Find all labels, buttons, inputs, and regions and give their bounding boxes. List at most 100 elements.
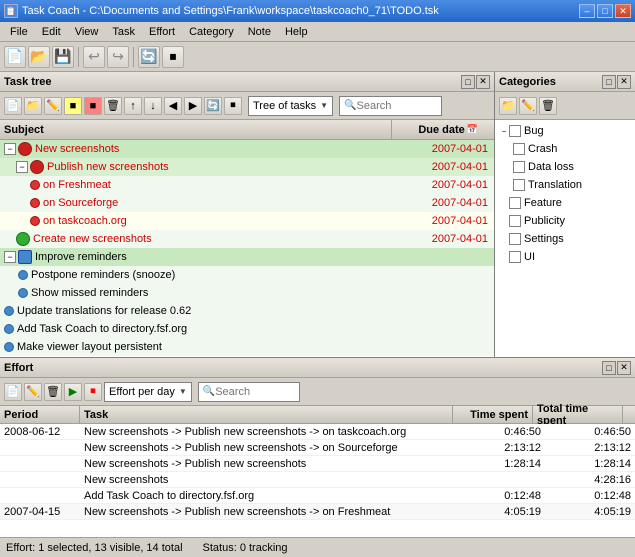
effort-stop-button[interactable]: ⏹: [84, 383, 102, 401]
tree-view-dropdown[interactable]: Tree of tasks ▼: [248, 96, 333, 116]
col-period[interactable]: Period: [0, 406, 80, 423]
effort-row[interactable]: New screenshots 4:28:16: [0, 472, 635, 488]
menu-note[interactable]: Note: [242, 25, 277, 39]
menu-file[interactable]: File: [4, 25, 34, 39]
task-stop[interactable]: ⏹: [224, 97, 242, 115]
task-edit-button[interactable]: ✏️: [44, 97, 62, 115]
effort-row[interactable]: 2007-04-15 New screenshots -> Publish ne…: [0, 504, 635, 520]
effort-search-box[interactable]: 🔍: [198, 382, 300, 402]
category-checkbox[interactable]: [509, 251, 521, 263]
effort-new-button[interactable]: 📄: [4, 383, 22, 401]
effort-task: New screenshots -> Publish new screensho…: [80, 425, 465, 439]
task-row[interactable]: on taskcoach.org 2007-04-01: [0, 212, 494, 230]
col-due-date[interactable]: Due date 📅: [392, 120, 482, 139]
effort-period: [0, 479, 80, 481]
task-up-button[interactable]: ↑: [124, 97, 142, 115]
effort-row[interactable]: 2008-06-12 New screenshots -> Publish ne…: [0, 424, 635, 440]
cat-panel-restore[interactable]: □: [602, 75, 616, 89]
cat-new-button[interactable]: 📁: [499, 97, 517, 115]
task-row[interactable]: − Publish new screenshots 2007-04-01: [0, 158, 494, 176]
task-search-box[interactable]: 🔍: [339, 96, 441, 116]
save-button[interactable]: 💾: [52, 46, 74, 68]
effort-search-input[interactable]: [215, 386, 295, 398]
task-row[interactable]: Show missed reminders: [0, 284, 494, 302]
col-time-spent[interactable]: Time spent: [453, 406, 533, 423]
task-expand-toggle[interactable]: −: [4, 143, 16, 155]
category-item[interactable]: Publicity: [497, 212, 633, 230]
effort-panel-restore[interactable]: □: [602, 361, 616, 375]
menu-task[interactable]: Task: [106, 25, 141, 39]
cat-panel-close[interactable]: ✕: [617, 75, 631, 89]
task-expand-toggle[interactable]: −: [4, 251, 16, 263]
task-delete-button[interactable]: 🗑: [104, 97, 122, 115]
task-row[interactable]: Update translations for release 0.62: [0, 302, 494, 320]
effort-dropdown[interactable]: Effort per day ▼: [104, 382, 192, 402]
effort-header: Effort □ ✕: [0, 358, 635, 378]
category-checkbox[interactable]: [513, 179, 525, 191]
task-panel-restore[interactable]: □: [461, 75, 475, 89]
task-yellow-button[interactable]: ■: [64, 97, 82, 115]
col-subject[interactable]: Subject: [0, 120, 392, 139]
menu-help[interactable]: Help: [279, 25, 314, 39]
task-row[interactable]: − New screenshots 2007-04-01: [0, 140, 494, 158]
cat-edit-button[interactable]: ✏️: [519, 97, 537, 115]
open-button[interactable]: 📂: [28, 46, 50, 68]
category-label: Feature: [524, 197, 562, 209]
close-button[interactable]: ✕: [615, 4, 631, 18]
task-row[interactable]: on Sourceforge 2007-04-01: [0, 194, 494, 212]
task-refresh[interactable]: 🔄: [204, 97, 222, 115]
col-total-time[interactable]: Total time spent: [533, 406, 623, 423]
col-task[interactable]: Task: [80, 406, 453, 423]
category-checkbox[interactable]: [509, 125, 521, 137]
new-button[interactable]: 📄: [4, 46, 26, 68]
redo-button[interactable]: ↪: [107, 46, 129, 68]
category-item[interactable]: − Bug: [497, 122, 633, 140]
category-checkbox[interactable]: [513, 143, 525, 155]
task-search-input[interactable]: [357, 100, 437, 112]
task-new-sub-button[interactable]: 📁: [24, 97, 42, 115]
menu-effort[interactable]: Effort: [143, 25, 181, 39]
task-expand-toggle[interactable]: −: [16, 161, 28, 173]
effort-row[interactable]: New screenshots -> Publish new screensho…: [0, 456, 635, 472]
task-nav-right[interactable]: ▶: [184, 97, 202, 115]
task-row[interactable]: Make viewer layout persistent: [0, 338, 494, 356]
task-row[interactable]: Add Task Coach to directory.fsf.org: [0, 320, 494, 338]
menu-view[interactable]: View: [69, 25, 105, 39]
effort-row[interactable]: Add Task Coach to directory.fsf.org 0:12…: [0, 488, 635, 504]
category-item[interactable]: Crash: [497, 140, 633, 158]
task-new-button[interactable]: 📄: [4, 97, 22, 115]
category-checkbox[interactable]: [513, 161, 525, 173]
category-item[interactable]: Feature: [497, 194, 633, 212]
task-panel-close[interactable]: ✕: [476, 75, 490, 89]
menu-edit[interactable]: Edit: [36, 25, 67, 39]
task-row[interactable]: on Freshmeat 2007-04-01: [0, 176, 494, 194]
effort-edit-button[interactable]: ✏️: [24, 383, 42, 401]
cat-delete-button[interactable]: 🗑: [539, 97, 557, 115]
undo-button[interactable]: ↩: [83, 46, 105, 68]
category-item[interactable]: UI: [497, 248, 633, 266]
menu-category[interactable]: Category: [183, 25, 240, 39]
effort-start-button[interactable]: ▶: [64, 383, 82, 401]
category-item[interactable]: Data loss: [497, 158, 633, 176]
task-down-button[interactable]: ↓: [144, 97, 162, 115]
category-item[interactable]: Translation: [497, 176, 633, 194]
category-checkbox[interactable]: [509, 233, 521, 245]
maximize-button[interactable]: □: [597, 4, 613, 18]
task-icon: [18, 270, 28, 280]
task-red-button[interactable]: ■: [84, 97, 102, 115]
effort-delete-button[interactable]: 🗑: [44, 383, 62, 401]
minimize-button[interactable]: –: [579, 4, 595, 18]
category-checkbox[interactable]: [509, 197, 521, 209]
effort-panel-close[interactable]: ✕: [617, 361, 631, 375]
task-row[interactable]: − Improve reminders: [0, 248, 494, 266]
categories-panel: Categories □ ✕ 📁 ✏️ 🗑 − Bug: [495, 72, 635, 357]
task-nav-left[interactable]: ◀: [164, 97, 182, 115]
refresh-button[interactable]: 🔄: [138, 46, 160, 68]
category-checkbox[interactable]: [509, 215, 521, 227]
effort-row[interactable]: New screenshots -> Publish new screensho…: [0, 440, 635, 456]
task-row[interactable]: Postpone reminders (snooze): [0, 266, 494, 284]
task-row[interactable]: Create new screenshots 2007-04-01: [0, 230, 494, 248]
cat-expand-toggle[interactable]: −: [499, 126, 509, 136]
stop-button[interactable]: ⏹: [162, 46, 184, 68]
category-item[interactable]: Settings: [497, 230, 633, 248]
